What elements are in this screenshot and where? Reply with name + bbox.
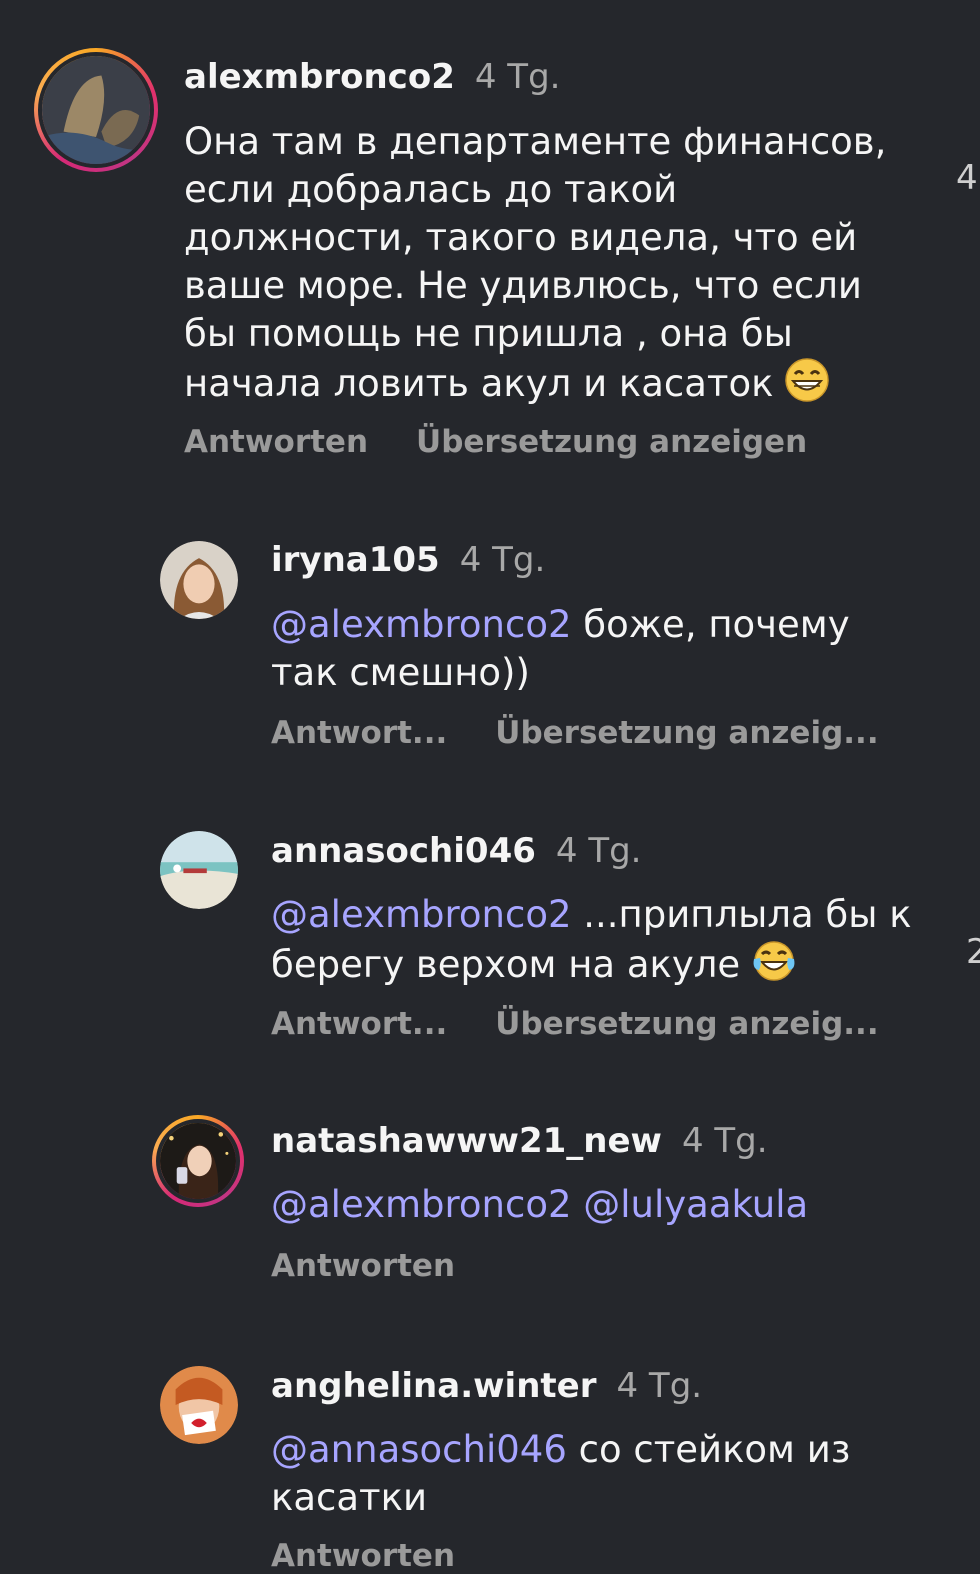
avatar[interactable] [160, 831, 238, 909]
like-count: 2 [966, 932, 980, 972]
avatar-image [42, 56, 150, 164]
comment-actions: Antworten [271, 1541, 455, 1572]
mention-link[interactable]: @alexmbronco2 [271, 893, 572, 936]
comment-header: natashawww21_new 4 Tg. [271, 1124, 768, 1158]
comment-text: @alexmbronco2 боже, почему так смешно)) [271, 601, 911, 697]
mention-link[interactable]: @lulyaakula [583, 1183, 808, 1226]
username[interactable]: natashawww21_new [271, 1121, 662, 1161]
timestamp: 4 Tg. [681, 1121, 768, 1161]
username[interactable]: annasochi046 [271, 831, 536, 871]
mention-link[interactable]: @annasochi046 [271, 1428, 567, 1471]
comment-header: annasochi046 4 Tg. [271, 834, 642, 868]
comment-text: @alexmbronco2 @lulyaakula [271, 1181, 921, 1229]
comment-header: iryna105 4 Tg. [271, 543, 545, 577]
username[interactable]: iryna105 [271, 540, 440, 580]
avatar-image [160, 831, 238, 909]
comment-actions: Antworten [271, 1251, 455, 1282]
tears-of-joy-icon [752, 939, 796, 995]
reply-button[interactable]: Antwort... [271, 1006, 447, 1042]
translate-button[interactable]: Übersetzung anzeigen [416, 424, 807, 460]
timestamp: 4 Tg. [555, 831, 642, 871]
timestamp: 4 Tg. [474, 57, 561, 97]
username[interactable]: anghelina.winter [271, 1366, 596, 1406]
avatar-image [160, 541, 238, 619]
avatar[interactable] [34, 48, 158, 172]
comment-text: @alexmbronco2 ...приплыла бы к берегу ве… [271, 891, 921, 995]
comment-actions: Antworten Übersetzung anzeigen [184, 427, 807, 458]
grinning-face-icon [785, 358, 829, 414]
comment-text: @annasochi046 со стейком из касатки [271, 1426, 911, 1522]
comment-actions: Antwort... Übersetzung anzeig... [271, 1009, 879, 1040]
comment-header: alexmbronco2 4 Tg. [184, 60, 560, 94]
username[interactable]: alexmbronco2 [184, 57, 455, 97]
timestamp: 4 Tg. [616, 1366, 703, 1406]
avatar[interactable] [152, 1115, 244, 1207]
translate-button[interactable]: Übersetzung anzeig... [495, 715, 878, 751]
comment-body: Она там в департаменте финансов, если до… [184, 120, 887, 405]
reply-button[interactable]: Antwort... [271, 715, 447, 751]
avatar-image [160, 1366, 238, 1444]
translate-button[interactable]: Übersetzung anzeig... [495, 1006, 878, 1042]
like-count: 4 [956, 158, 978, 198]
reply-button[interactable]: Antworten [184, 424, 368, 460]
mention-link[interactable]: @alexmbronco2 [271, 603, 572, 646]
comment-actions: Antwort... Übersetzung anzeig... [271, 718, 879, 749]
avatar-image [160, 1123, 236, 1199]
comment-text: Она там в департаменте финансов, если до… [184, 118, 914, 414]
reply-button[interactable]: Antworten [271, 1248, 455, 1284]
avatar[interactable] [160, 541, 238, 619]
mention-link[interactable]: @alexmbronco2 [271, 1183, 572, 1226]
comment-header: anghelina.winter 4 Tg. [271, 1369, 702, 1403]
avatar[interactable] [160, 1366, 238, 1444]
timestamp: 4 Tg. [459, 540, 546, 580]
reply-button[interactable]: Antworten [271, 1538, 455, 1574]
